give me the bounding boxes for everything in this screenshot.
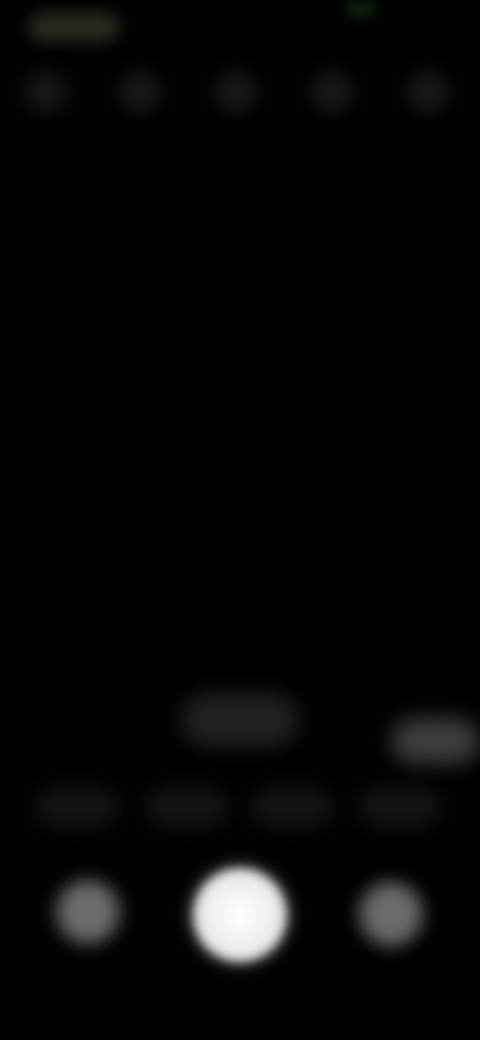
- switch-camera-icon: [359, 882, 360, 883]
- camera-mode-chip[interactable]: [145, 787, 229, 827]
- camera-screen: [0, 0, 480, 1040]
- status-bar: [0, 0, 480, 56]
- camera-setting-icon[interactable]: [214, 70, 258, 114]
- camera-setting-icon[interactable]: [118, 70, 162, 114]
- camera-viewfinder[interactable]: [0, 122, 480, 682]
- shutter-button[interactable]: [193, 868, 287, 962]
- camera-setting-icon[interactable]: [24, 70, 68, 114]
- camera-setting-icon[interactable]: [310, 70, 354, 114]
- bottom-controls: [0, 860, 480, 980]
- camera-mode-selector: [0, 775, 480, 845]
- shutter-icon: [193, 868, 194, 869]
- camera-mode-chip[interactable]: [358, 787, 442, 827]
- camera-mode-chip[interactable]: [250, 787, 334, 827]
- status-time-blur: [28, 12, 120, 42]
- camera-mode-chip[interactable]: [35, 787, 119, 827]
- camera-setting-icon[interactable]: [406, 70, 450, 114]
- zoom-control[interactable]: [181, 693, 299, 747]
- side-control-chip[interactable]: [391, 718, 480, 764]
- switch-camera-button[interactable]: [359, 882, 423, 946]
- top-controls: [0, 62, 480, 122]
- gallery-button[interactable]: [56, 880, 120, 944]
- status-indicator: [345, 0, 377, 18]
- gallery-icon: [56, 880, 57, 881]
